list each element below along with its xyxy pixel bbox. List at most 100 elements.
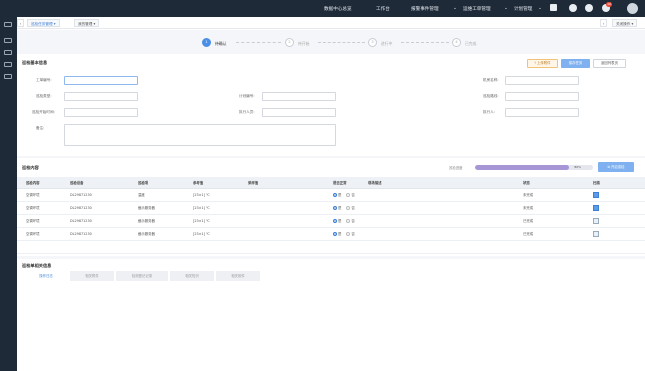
progress-bar: 80% (475, 165, 593, 170)
cell-desc[interactable] (365, 201, 520, 215)
no-radio[interactable] (346, 205, 351, 210)
cell-device: DL29871230 (67, 188, 135, 202)
yes-radio[interactable] (333, 218, 337, 223)
nav-plan-caret[interactable]: ⌄ (538, 6, 542, 11)
no-radio[interactable] (346, 218, 351, 223)
no-radio[interactable] (346, 192, 351, 197)
scan-icon[interactable] (593, 217, 599, 224)
nav-workorder-caret[interactable]: ⌄ (504, 6, 508, 11)
plan-name-input[interactable] (262, 92, 336, 101)
yes-radio[interactable] (333, 231, 337, 236)
remark-textarea[interactable] (64, 124, 336, 146)
monitor-icon[interactable] (4, 38, 12, 43)
no-label: 否 (351, 193, 355, 197)
cell-content: 空调环境 (17, 214, 67, 228)
start-inspection-button[interactable]: ⧉ 开启巡检 (598, 162, 634, 172)
cell-item: 截示服务器 (135, 214, 190, 228)
col-header: 现场描述 (365, 177, 520, 189)
empty-cell (135, 240, 190, 254)
nav-alarm[interactable]: 报警事件管理 (411, 6, 439, 12)
notification-badge: 10 (606, 2, 612, 7)
cell-status: 已完成 (520, 227, 575, 241)
tab-knowledge[interactable]: 相关知识 (170, 271, 214, 281)
cell-content: 空调环境 (17, 227, 67, 241)
step-2-circle: 2 (285, 38, 294, 47)
plan-type-input[interactable] (64, 92, 138, 101)
related-info-card: 巡检单相关信息 操作日志 相关附件 检测登记记录 相关知识 相关软件 (17, 259, 645, 371)
table-row-empty (17, 240, 645, 254)
inspection-content-card: 巡检内容 巡检进度 80% ⧉ 开启巡检 巡检内容 巡检设备 巡检项 参考值 采… (17, 158, 645, 256)
nav-workorder[interactable]: 运维工单管理 (463, 6, 491, 12)
nav-datacenter[interactable]: 数据中心总览 (324, 6, 352, 12)
col-header: 状态 (520, 177, 575, 189)
cell-status: 未完成 (520, 201, 575, 215)
cell-value[interactable] (245, 201, 330, 215)
room-input[interactable] (505, 76, 579, 85)
no-radio[interactable] (346, 231, 351, 236)
list-icon[interactable] (4, 50, 12, 55)
cell-scan (575, 188, 645, 202)
scan-icon[interactable] (593, 230, 599, 237)
yes-label: 是 (338, 219, 342, 223)
tab-scroll-right-button[interactable]: › (600, 19, 607, 27)
cell-ref: [23±1] ℃ (190, 201, 245, 215)
progress-stepper: 1 待确认 2 待开始 3 进行中 4 已完成 (17, 36, 645, 50)
no-label: 否 (351, 206, 355, 210)
cell-value[interactable] (245, 214, 330, 228)
nav-workbench[interactable]: 工作台 (376, 6, 390, 12)
cell-item: 截示服务器 (135, 227, 190, 241)
grid-icon[interactable] (4, 74, 12, 79)
nav-plan[interactable]: 计划管理 (514, 6, 532, 12)
apps-icon[interactable] (550, 4, 557, 11)
no-label: 否 (351, 219, 355, 223)
back-to-list-button[interactable]: 返回列表页 (593, 59, 626, 68)
executor-input[interactable] (262, 108, 336, 117)
team-icon[interactable] (585, 4, 593, 12)
step-3-label: 进行中 (381, 41, 393, 46)
approver-input[interactable] (505, 108, 579, 117)
avatar[interactable] (627, 3, 638, 14)
scan-icon[interactable] (593, 191, 599, 198)
close-tabs-button[interactable]: 关闭操作 ▾ (612, 19, 638, 27)
yes-radio[interactable] (333, 205, 337, 210)
scan-icon[interactable] (593, 204, 599, 211)
tab-check-records[interactable]: 检测登记记录 (116, 271, 168, 281)
cell-desc[interactable] (365, 214, 520, 228)
user-circle-icon[interactable] (569, 4, 577, 12)
cell-scan (575, 201, 645, 215)
tab-my-management[interactable]: 我的管理 ▾ (74, 19, 100, 27)
route-name-input[interactable] (505, 92, 579, 101)
nav-alarm-caret[interactable]: ⌄ (453, 6, 457, 11)
start-time-input[interactable] (64, 108, 138, 117)
upload-attachment-button[interactable]: ⤒ 上传附件 (527, 59, 558, 68)
chart-icon[interactable] (4, 62, 12, 67)
related-tabs: 操作日志 相关附件 检测登记记录 相关知识 相关软件 (24, 271, 274, 281)
cell-value[interactable] (245, 227, 330, 241)
cell-value[interactable] (245, 188, 330, 202)
cell-scan (575, 227, 645, 241)
empty-cell (365, 240, 520, 254)
tab-operation-log[interactable]: 操作日志 (24, 271, 68, 281)
work-order-input[interactable] (64, 76, 138, 85)
tab-inspection-task[interactable]: 巡检任务管理 ▾ (27, 19, 60, 27)
col-header: 巡检项 (135, 177, 190, 189)
cell-desc[interactable] (365, 227, 520, 241)
empty-cell (17, 240, 67, 254)
empty-cell (245, 240, 330, 254)
save-task-button[interactable]: 保存任务 (561, 59, 590, 68)
step-3-circle: 3 (368, 38, 377, 47)
empty-cell (520, 240, 575, 254)
tab-scroll-left-button[interactable]: ‹ (17, 19, 24, 27)
menu-icon[interactable] (4, 22, 12, 27)
col-header: 是否正常 (330, 177, 365, 189)
tab-software[interactable]: 相关软件 (216, 271, 260, 281)
progress-label: 巡检进度 (449, 166, 463, 170)
upload-attachment-label: 上传附件 (537, 61, 551, 65)
table-row: 空调环境 DL29871230 截示服务器 [23±1] ℃ 是否未完成 (17, 201, 645, 215)
cell-desc[interactable] (365, 188, 520, 202)
cell-ref: [23±1] ℃ (190, 227, 245, 241)
yes-radio[interactable] (333, 192, 337, 197)
start-time-label: 巡检开始时间: (32, 110, 55, 114)
tab-attachments[interactable]: 相关附件 (70, 271, 114, 281)
empty-cell (67, 240, 135, 254)
